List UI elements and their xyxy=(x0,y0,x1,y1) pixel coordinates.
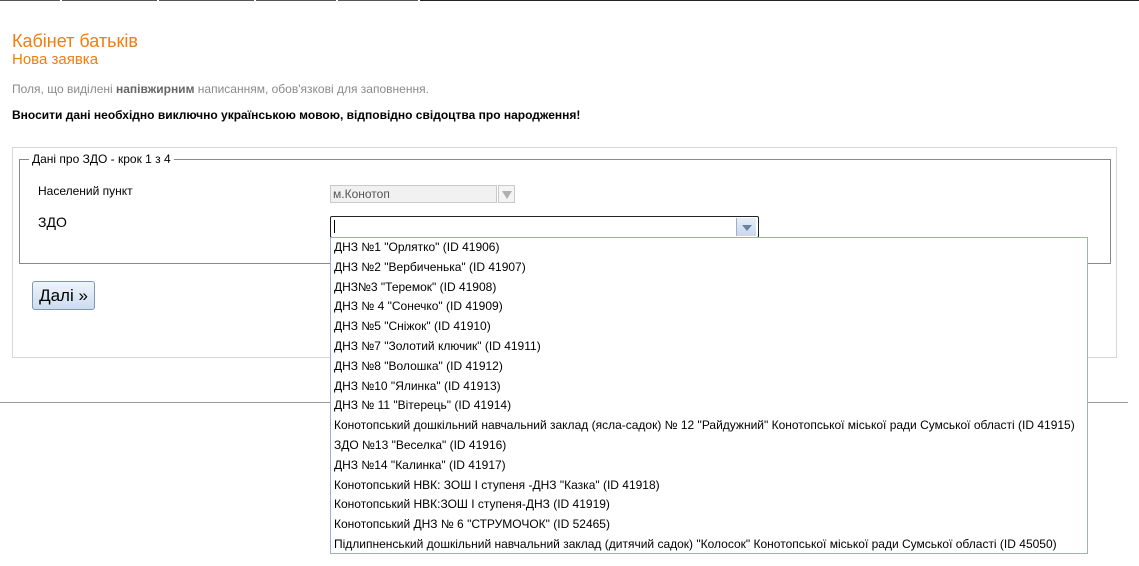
next-button[interactable]: Далі » xyxy=(32,281,95,310)
top-tab[interactable] xyxy=(159,0,254,2)
top-tab[interactable] xyxy=(62,0,157,2)
dropdown-option[interactable]: ДНЗ№3 "Теремок" (ID 41908) xyxy=(331,278,1087,298)
city-label: Населений пункт xyxy=(38,184,133,198)
dropdown-option[interactable]: ДНЗ №5 "Сніжок" (ID 41910) xyxy=(331,317,1087,337)
zdo-dropdown-arrow-icon[interactable] xyxy=(736,218,756,236)
required-fields-note: Поля, що виділені напівжирним написанням… xyxy=(12,82,429,96)
dropdown-option[interactable]: Конотопський НВК: ЗОШ І ступеня -ДНЗ "Ка… xyxy=(331,476,1087,496)
top-divider xyxy=(420,0,1139,1)
dropdown-option[interactable]: ДНЗ №1 "Орлятко" (ID 41906) xyxy=(331,238,1087,258)
top-tab[interactable] xyxy=(256,0,336,2)
city-select[interactable]: м.Конотоп xyxy=(330,185,497,203)
dropdown-option[interactable]: Конотопський дошкільний навчальний закла… xyxy=(331,416,1087,436)
dropdown-option[interactable]: ДНЗ № 4 "Сонечко" (ID 41909) xyxy=(331,297,1087,317)
dropdown-option[interactable]: Конотопський НВК:ЗОШ І ступеня-ДНЗ (ID 4… xyxy=(331,495,1087,515)
zdo-label: ЗДО xyxy=(38,214,67,230)
top-tab[interactable] xyxy=(0,0,60,2)
dropdown-option[interactable]: ДНЗ №14 "Калинка" (ID 41917) xyxy=(331,456,1087,476)
zdo-combobox-input[interactable] xyxy=(330,216,759,238)
text-caret xyxy=(334,220,335,233)
page-subtitle: Нова заявка xyxy=(12,51,99,68)
zdo-dropdown-list: ДНЗ №1 "Орлятко" (ID 41906) ДНЗ №2 "Верб… xyxy=(330,237,1088,554)
top-tab-strip xyxy=(0,0,1139,2)
dropdown-option[interactable]: Конотопський ДНЗ № 6 "СТРУМОЧОК" (ID 524… xyxy=(331,515,1087,535)
required-note-prefix: Поля, що виділені xyxy=(12,82,116,96)
dropdown-option[interactable]: ДНЗ №8 "Волошка" (ID 41912) xyxy=(331,357,1087,377)
dropdown-option[interactable]: ЗДО №13 "Веселка" (ID 41916) xyxy=(331,436,1087,456)
city-dropdown-arrow-icon[interactable] xyxy=(498,185,515,203)
language-warning: Вносити дані необхідно виключно українсь… xyxy=(12,108,581,122)
dropdown-option[interactable]: ДНЗ №7 "Золотий ключик" (ID 41911) xyxy=(331,337,1087,357)
top-tab[interactable] xyxy=(338,0,418,2)
dropdown-option[interactable]: ДНЗ №10 "Ялинка" (ID 41913) xyxy=(331,377,1087,397)
page-title: Кабінет батьків xyxy=(12,31,138,51)
dropdown-option[interactable]: ДНЗ № 11 "Вітерець" (ID 41914) xyxy=(331,396,1087,416)
fieldset-legend: Дані про ЗДО - крок 1 з 4 xyxy=(29,152,174,166)
required-note-bold: напівжирним xyxy=(116,82,195,96)
dropdown-option[interactable]: ДНЗ №2 "Вербиченька" (ID 41907) xyxy=(331,258,1087,278)
dropdown-option[interactable]: Підлипненський дошкільний навчальний зак… xyxy=(331,535,1087,553)
required-note-suffix: написанням, обов'язкові для заповнення. xyxy=(194,82,429,96)
